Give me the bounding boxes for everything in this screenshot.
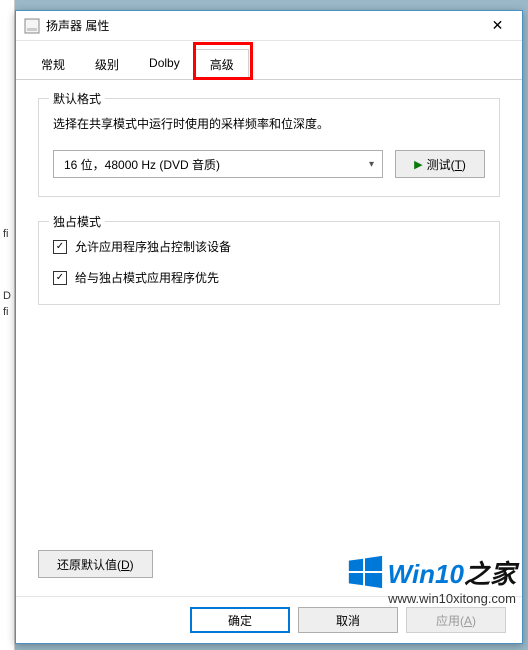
window-title: 扬声器 属性 (46, 17, 475, 34)
checkbox-exclusive-priority[interactable]: ✓ 给与独占模式应用程序优先 (53, 269, 485, 286)
checkbox-allow-exclusive[interactable]: ✓ 允许应用程序独占控制该设备 (53, 238, 485, 255)
checkbox-icon: ✓ (53, 240, 67, 254)
button-label: 应用(A) (436, 612, 476, 629)
restore-label: 还原默认值(D) (57, 556, 134, 573)
format-select[interactable]: 16 位，48000 Hz (DVD 音质) ▾ (53, 150, 383, 178)
titlebar: 扬声器 属性 ✕ (16, 11, 522, 41)
button-label: 确定 (228, 612, 252, 629)
ok-button[interactable]: 确定 (190, 607, 290, 633)
fragment-text: fi (3, 228, 9, 240)
test-button[interactable]: ▶ 测试(T) (395, 150, 485, 178)
tab-label: 级别 (95, 58, 119, 72)
test-label: 测试(T) (427, 156, 466, 173)
tab-label: Dolby (149, 56, 180, 70)
tab-content: 默认格式 选择在共享模式中运行时使用的采样频率和位深度。 16 位，48000 … (16, 80, 522, 596)
default-format-group: 默认格式 选择在共享模式中运行时使用的采样频率和位深度。 16 位，48000 … (38, 98, 500, 197)
close-button[interactable]: ✕ (475, 12, 520, 40)
group-legend: 默认格式 (49, 90, 105, 107)
tab-dolby[interactable]: Dolby (134, 49, 195, 79)
restore-row: 还原默认值(D) (38, 550, 153, 578)
restore-defaults-button[interactable]: 还原默认值(D) (38, 550, 153, 578)
cancel-button[interactable]: 取消 (298, 607, 398, 633)
background-fragment: fi D fi (0, 0, 15, 650)
default-format-description: 选择在共享模式中运行时使用的采样频率和位深度。 (53, 115, 485, 132)
tab-label: 高级 (210, 58, 234, 72)
checkbox-label: 给与独占模式应用程序优先 (75, 269, 219, 286)
apply-button[interactable]: 应用(A) (406, 607, 506, 633)
tab-levels[interactable]: 级别 (80, 49, 134, 79)
tab-advanced[interactable]: 高级 (195, 49, 249, 80)
speaker-icon (24, 18, 40, 34)
button-label: 取消 (336, 612, 360, 629)
chevron-down-icon: ▾ (369, 159, 374, 170)
dialog-footer: 确定 取消 应用(A) (16, 596, 522, 643)
format-row: 16 位，48000 Hz (DVD 音质) ▾ ▶ 测试(T) (53, 150, 485, 178)
exclusive-mode-group: 独占模式 ✓ 允许应用程序独占控制该设备 ✓ 给与独占模式应用程序优先 (38, 221, 500, 305)
fragment-text: fi (3, 306, 9, 318)
fragment-text: D (3, 290, 11, 302)
checkbox-icon: ✓ (53, 271, 67, 285)
group-legend: 独占模式 (49, 213, 105, 230)
tab-label: 常规 (41, 58, 65, 72)
close-icon: ✕ (492, 17, 504, 34)
speaker-properties-dialog: 扬声器 属性 ✕ 常规 级别 Dolby 高级 默认格式 选择在共享模式中运行时… (15, 10, 523, 644)
play-icon: ▶ (414, 158, 422, 171)
tab-strip: 常规 级别 Dolby 高级 (16, 41, 522, 80)
checkbox-label: 允许应用程序独占控制该设备 (75, 238, 231, 255)
select-value: 16 位，48000 Hz (DVD 音质) (64, 156, 220, 173)
tab-general[interactable]: 常规 (26, 49, 80, 79)
